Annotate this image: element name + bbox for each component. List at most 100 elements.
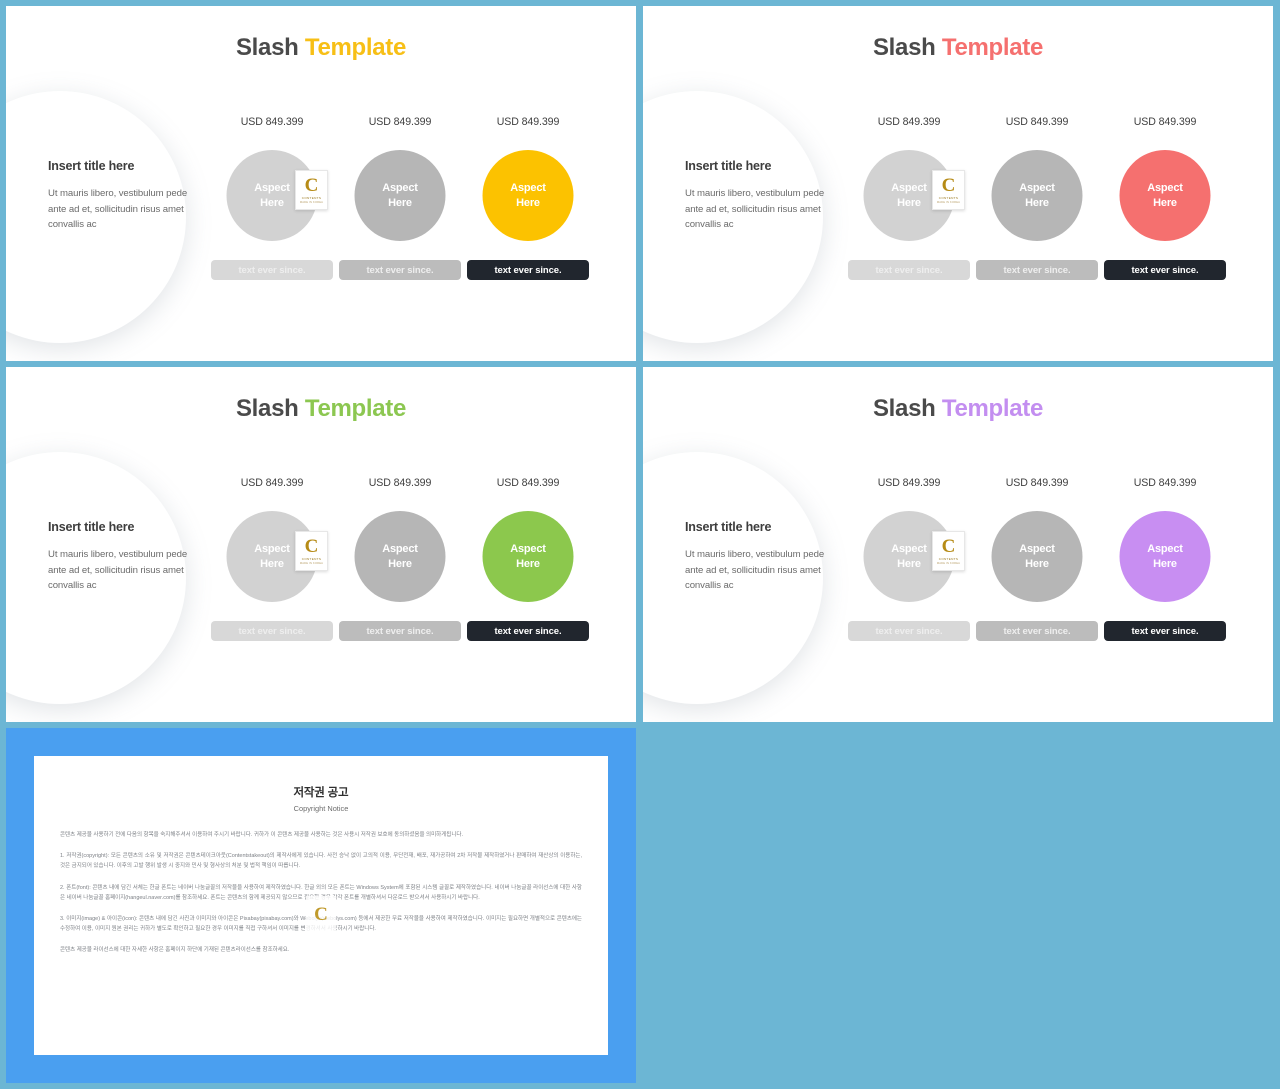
watermark-letter: C (314, 903, 328, 925)
aspect-circle[interactable]: Aspect Here (991, 511, 1083, 602)
cta-chip[interactable]: text ever since. (976, 621, 1098, 641)
aspect-line-2: Here (1153, 557, 1177, 570)
aspect-line-1: Aspect (1019, 182, 1055, 195)
badge-letter: C (304, 175, 319, 197)
left-copy-block: Insert title here Ut mauris libero, vest… (685, 159, 835, 233)
slide-title-accent: Template (304, 34, 407, 61)
price-label: USD 849.399 (1005, 477, 1069, 489)
aspect-circle[interactable]: Aspect Here (354, 511, 446, 602)
copyright-paragraph-outro: 콘텐츠 제공물 라이선스에 대한 자세한 사항은 홈페이지 하단에 기재된 콘텐… (60, 947, 290, 954)
cta-chip-highlighted[interactable]: text ever since. (467, 621, 589, 641)
cta-chip-highlighted[interactable]: text ever since. (1104, 621, 1226, 641)
insert-title-body: Ut mauris libero, vestibulum pede ante a… (48, 549, 188, 592)
aspect-line-1: Aspect (510, 543, 546, 556)
pricing-column-2[interactable]: USD 849.399 Aspect Here text ever since. (976, 477, 1098, 641)
price-label: USD 849.399 (368, 116, 432, 128)
pricing-column-2[interactable]: USD 849.399 Aspect Here text ever since. (976, 116, 1098, 280)
aspect-circle-highlighted[interactable]: Aspect Here (1119, 150, 1211, 241)
badge-line-2: MADE IN KOREA (936, 561, 961, 565)
aspect-circle-highlighted[interactable]: Aspect Here (482, 150, 574, 241)
cta-chip[interactable]: text ever since. (848, 260, 970, 280)
slide-title: Slash Template (6, 395, 636, 423)
left-copy-block: Insert title here Ut mauris libero, vest… (685, 520, 835, 594)
slide-title: Slash Template (643, 395, 1273, 423)
pricing-column-1[interactable]: USD 849.399 Aspect Here C CONTENTS MADE … (848, 116, 970, 280)
aspect-circle[interactable]: Aspect Here (354, 150, 446, 241)
slide-title-accent: Template (304, 395, 407, 422)
slide-panel-purple[interactable]: Slash Template Insert title here Ut maur… (643, 367, 1273, 722)
aspect-circle-highlighted[interactable]: Aspect Here (482, 511, 574, 602)
aspect-circle[interactable]: Aspect Here (991, 150, 1083, 241)
pricing-column-3[interactable]: USD 849.399 Aspect Here text ever since. (1104, 116, 1226, 280)
slide-panel-green[interactable]: Slash Template Insert title here Ut maur… (6, 367, 636, 722)
orb-wrapper: Aspect Here C CONTENTS MADE IN KOREA (848, 150, 970, 242)
aspect-line-1: Aspect (382, 543, 418, 556)
price-label: USD 849.399 (1005, 116, 1069, 128)
copyright-notice-panel[interactable]: 저작권 공고 Copyright Notice C 콘텐츠 제공물 사용하기 전… (6, 728, 636, 1083)
insert-title-heading: Insert title here (48, 520, 135, 534)
orb-wrapper: Aspect Here (339, 150, 461, 242)
copyright-heading-korean: 저작권 공고 (293, 787, 349, 799)
contents-logo-badge-icon: C CONTENTS MADE IN KOREA (295, 170, 328, 210)
badge-letter: C (941, 536, 956, 558)
pricing-columns: USD 849.399 Aspect Here C CONTENTS MADE … (848, 116, 1248, 311)
price-label: USD 849.399 (496, 477, 560, 489)
aspect-line-1: Aspect (510, 182, 546, 195)
aspect-circle-highlighted[interactable]: Aspect Here (1119, 511, 1211, 602)
cta-chip[interactable]: text ever since. (339, 260, 461, 280)
price-label: USD 849.399 (1133, 116, 1197, 128)
slide-title-primary: Slash (235, 34, 305, 61)
orb-wrapper: Aspect Here C CONTENTS MADE IN KOREA (211, 511, 333, 603)
cta-chip[interactable]: text ever since. (848, 621, 970, 641)
contents-logo-badge-icon: C CONTENTS MADE IN KOREA (932, 531, 965, 571)
slide-panel-red[interactable]: Slash Template Insert title here Ut maur… (643, 6, 1273, 361)
orb-wrapper: Aspect Here (976, 511, 1098, 603)
aspect-line-1: Aspect (1147, 182, 1183, 195)
orb-wrapper: Aspect Here (1104, 150, 1226, 242)
cta-chip-highlighted[interactable]: text ever since. (467, 260, 589, 280)
aspect-line-2: Here (1153, 196, 1177, 209)
slide-title: Slash Template (6, 34, 636, 62)
left-copy-block: Insert title here Ut mauris libero, vest… (48, 159, 198, 233)
aspect-line-2: Here (516, 557, 540, 570)
slide-panel-yellow[interactable]: Slash Template Insert title here Ut maur… (6, 6, 636, 361)
orb-wrapper: Aspect Here (339, 511, 461, 603)
aspect-line-1: Aspect (1019, 543, 1055, 556)
orb-wrapper: Aspect Here C CONTENTS MADE IN KOREA (848, 511, 970, 603)
cta-chip[interactable]: text ever since. (211, 621, 333, 641)
copyright-paragraph-1: 1. 저작권(copyright): 모든 콘텐츠의 소유 및 저작권은 콘텐츠… (60, 853, 582, 870)
cta-chip[interactable]: text ever since. (339, 621, 461, 641)
contents-logo-badge-icon: C CONTENTS MADE IN KOREA (295, 531, 328, 571)
cta-chip[interactable]: text ever since. (976, 260, 1098, 280)
pricing-column-1[interactable]: USD 849.399 Aspect Here C CONTENTS MADE … (848, 477, 970, 641)
pricing-column-1[interactable]: USD 849.399 Aspect Here C CONTENTS MADE … (211, 116, 333, 280)
aspect-line-1: Aspect (254, 182, 290, 195)
aspect-line-1: Aspect (1147, 543, 1183, 556)
slide-title-accent: Template (941, 395, 1044, 422)
pricing-column-3[interactable]: USD 849.399 Aspect Here text ever since. (467, 477, 589, 641)
aspect-line-2: Here (388, 196, 412, 209)
price-label: USD 849.399 (877, 116, 941, 128)
aspect-line-2: Here (516, 196, 540, 209)
badge-line-2: MADE IN KOREA (299, 200, 324, 204)
cta-chip[interactable]: text ever since. (211, 260, 333, 280)
orb-wrapper: Aspect Here (976, 150, 1098, 242)
aspect-line-2: Here (1025, 196, 1049, 209)
contents-watermark-icon: C (306, 896, 336, 932)
orb-wrapper: Aspect Here C CONTENTS MADE IN KOREA (211, 150, 333, 242)
price-label: USD 849.399 (877, 477, 941, 489)
aspect-line-1: Aspect (254, 543, 290, 556)
pricing-column-2[interactable]: USD 849.399 Aspect Here text ever since. (339, 477, 461, 641)
pricing-column-3[interactable]: USD 849.399 Aspect Here text ever since. (467, 116, 589, 280)
pricing-column-2[interactable]: USD 849.399 Aspect Here text ever since. (339, 116, 461, 280)
aspect-line-1: Aspect (382, 182, 418, 195)
copyright-heading-english: Copyright Notice (293, 804, 349, 813)
pricing-column-3[interactable]: USD 849.399 Aspect Here text ever since. (1104, 477, 1226, 641)
left-copy-block: Insert title here Ut mauris libero, vest… (48, 520, 198, 594)
aspect-line-2: Here (1025, 557, 1049, 570)
price-label: USD 849.399 (240, 477, 304, 489)
pricing-column-1[interactable]: USD 849.399 Aspect Here C CONTENTS MADE … (211, 477, 333, 641)
insert-title-heading: Insert title here (685, 159, 772, 173)
orb-wrapper: Aspect Here (467, 511, 589, 603)
cta-chip-highlighted[interactable]: text ever since. (1104, 260, 1226, 280)
